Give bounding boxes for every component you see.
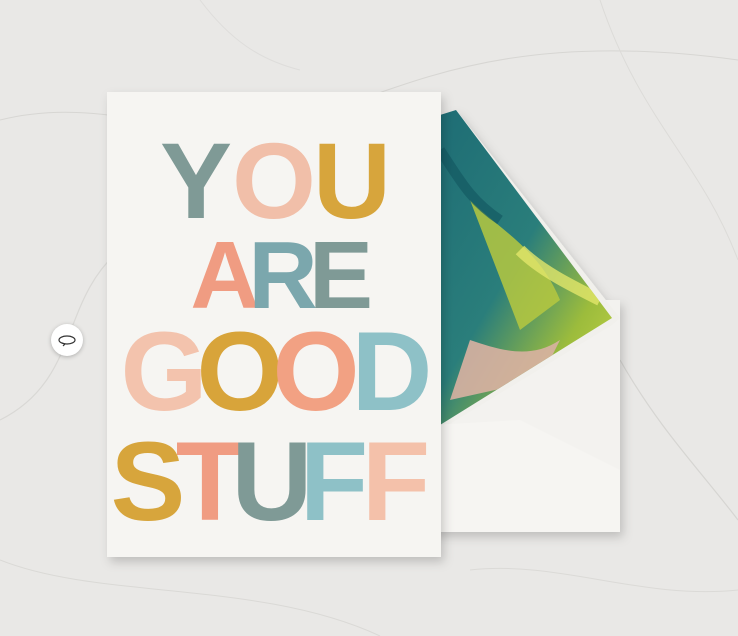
card-letter: G: [120, 309, 207, 434]
card-letter: F: [300, 419, 368, 544]
rotate-view-button[interactable]: [51, 324, 83, 356]
product-scene: YOU ARE GOOD STUFF: [0, 0, 738, 636]
rotate-360-icon: [58, 335, 76, 347]
greeting-card: YOU ARE GOOD STUFF: [107, 92, 441, 557]
card-letter: O: [272, 309, 359, 434]
card-letter: D: [352, 309, 433, 434]
card-letter: O: [196, 309, 283, 434]
card-letter: S: [111, 419, 186, 544]
card-letter: F: [362, 419, 430, 544]
